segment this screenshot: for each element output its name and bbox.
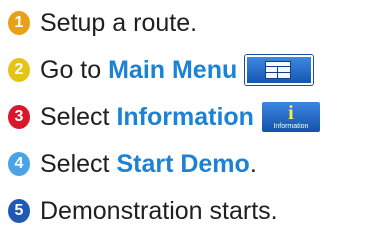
step-number-badge: 4 — [8, 152, 30, 176]
step-text-prefix: Go to — [40, 56, 109, 84]
step-text-prefix: Select — [40, 103, 117, 131]
info-glyph: i — [288, 102, 294, 124]
step-text-prefix: Select — [40, 150, 117, 178]
step-3: 3 Select Information i Information — [8, 99, 320, 135]
step-text: Select Start Demo. — [40, 149, 257, 179]
step-2: 2 Go to Main Menu — [8, 52, 314, 88]
step-number-badge: 3 — [8, 105, 30, 129]
information-label: Information — [116, 103, 254, 131]
step-text: Go to Main Menu — [40, 55, 237, 85]
main-menu-icon — [245, 55, 314, 85]
step-text: Demonstration starts. — [40, 197, 278, 225]
information-icon-label: Information — [273, 123, 309, 130]
step-5: 5 Demonstration starts. — [8, 193, 278, 229]
main-menu-label: Main Menu — [108, 56, 238, 84]
information-icon: i Information — [261, 102, 320, 132]
step-number-badge: 1 — [8, 11, 30, 35]
step-1: 1 Setup a route. — [8, 5, 197, 41]
step-text-suffix: . — [249, 150, 257, 178]
step-text: Select Information — [40, 102, 254, 132]
step-number-badge: 2 — [8, 58, 30, 82]
step-list: 1 Setup a route. 2 Go to Main Menu 3 Sel… — [0, 0, 379, 240]
step-text: Setup a route. — [40, 9, 198, 37]
start-demo-label: Start Demo — [116, 150, 250, 178]
step-number-badge: 5 — [8, 199, 30, 223]
step-4: 4 Select Start Demo. — [8, 146, 257, 182]
